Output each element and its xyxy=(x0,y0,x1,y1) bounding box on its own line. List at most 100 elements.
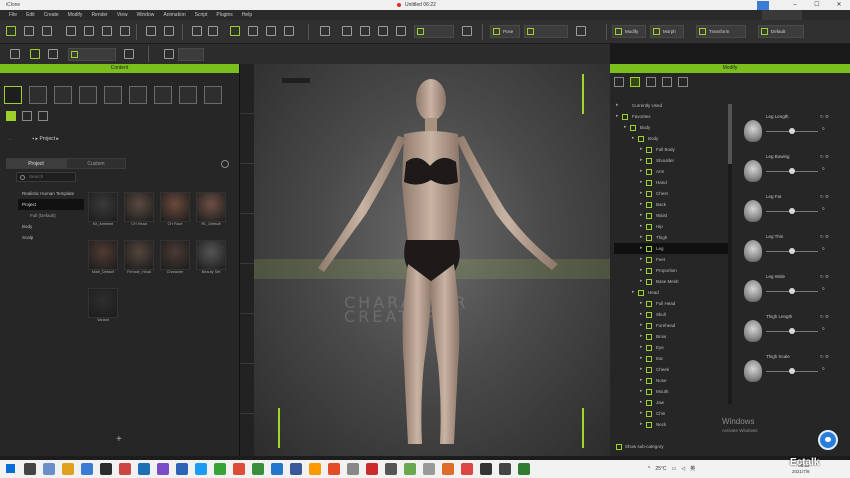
category-accessory-icon[interactable] xyxy=(154,86,172,104)
checkbox-icon[interactable] xyxy=(646,147,652,153)
morph-tree-item[interactable]: ▸ Eye xyxy=(614,342,728,353)
morph-tab-icon[interactable] xyxy=(630,77,640,87)
expand-chevron-icon[interactable]: ▸ xyxy=(640,254,643,265)
3d-viewport[interactable]: CHARACTER CREATOR xyxy=(254,64,610,456)
expand-chevron-icon[interactable]: ▸ xyxy=(640,177,643,188)
snapshot-icon[interactable] xyxy=(120,26,130,36)
taskbar-app-icon[interactable] xyxy=(24,463,36,475)
show-subcategory-option[interactable]: Show sub-category xyxy=(616,444,664,450)
expand-chevron-icon[interactable]: ▸ xyxy=(640,276,643,287)
morph-tree-item[interactable]: ▸ Brow xyxy=(614,331,728,342)
category-cloth-icon[interactable] xyxy=(104,86,122,104)
breadcrumb-path[interactable]: Project xyxy=(39,136,55,142)
expand-chevron-icon[interactable]: ▸ xyxy=(640,320,643,331)
checkbox-icon[interactable] xyxy=(646,378,652,384)
morph-tree-item[interactable]: ▸ Waist xyxy=(614,210,728,221)
slider-reset-icon[interactable]: ↻ ⚙ xyxy=(820,314,829,320)
dock-tab[interactable] xyxy=(240,214,254,264)
weather-temp[interactable]: 25°C xyxy=(655,466,666,472)
dock-tab[interactable] xyxy=(240,164,254,214)
taskbar-app-icon[interactable] xyxy=(347,463,359,475)
morph-tree-item[interactable]: ▸ Mouth xyxy=(614,386,728,397)
taskbar-app-icon[interactable] xyxy=(290,463,302,475)
menu-file[interactable]: File xyxy=(9,12,17,18)
checkbox-icon[interactable] xyxy=(646,301,652,307)
taskbar-app-icon[interactable] xyxy=(385,463,397,475)
windows-start-icon[interactable] xyxy=(6,464,15,473)
undo-icon[interactable] xyxy=(192,26,202,36)
checkbox-icon[interactable] xyxy=(616,444,622,450)
category-skin-icon[interactable] xyxy=(79,86,97,104)
morph-tree-item[interactable]: ▸ Chin xyxy=(614,408,728,419)
slider-reset-icon[interactable]: ↻ ⚙ xyxy=(820,114,829,120)
morph-tree-item[interactable]: ▸ Jaw xyxy=(614,397,728,408)
chevron-up-icon[interactable]: ^ xyxy=(648,466,650,472)
slider-knob[interactable] xyxy=(789,128,795,134)
tree-item-body[interactable]: Body xyxy=(18,221,84,232)
tree-item-project[interactable]: Project xyxy=(18,199,84,210)
rotate-icon[interactable] xyxy=(266,26,276,36)
morph-tree-item[interactable]: ▸ Body xyxy=(614,133,728,144)
tree-item-scalp[interactable]: Scalp xyxy=(18,232,84,243)
expand-chevron-icon[interactable]: ▸ xyxy=(640,155,643,166)
expand-chevron-icon[interactable]: ▸ xyxy=(624,122,627,133)
expand-chevron-icon[interactable]: ▸ xyxy=(640,309,643,320)
expand-chevron-icon[interactable]: ▸ xyxy=(640,188,643,199)
checkbox-icon[interactable] xyxy=(646,334,652,340)
orbit-icon[interactable] xyxy=(396,26,406,36)
fullscreen-icon[interactable] xyxy=(124,49,134,59)
network-icon[interactable]: ▭ xyxy=(672,466,677,472)
scale-icon[interactable] xyxy=(284,26,294,36)
checkbox-icon[interactable] xyxy=(646,158,652,164)
menu-modify[interactable]: Modify xyxy=(68,12,83,18)
menu-help[interactable]: Help xyxy=(242,12,252,18)
maximize-button[interactable]: ☐ xyxy=(806,0,828,10)
morph-tree-item[interactable]: ▸ Shoulder xyxy=(614,155,728,166)
menu-script[interactable]: Script xyxy=(195,12,208,18)
checkbox-icon[interactable] xyxy=(638,290,644,296)
taskbar-app-icon[interactable] xyxy=(442,463,454,475)
select-arrow-icon[interactable] xyxy=(230,26,240,36)
subcategory-template-icon[interactable] xyxy=(22,111,32,121)
open-icon[interactable] xyxy=(24,26,34,36)
expand-chevron-icon[interactable]: ▸ xyxy=(640,166,643,177)
expand-chevron-icon[interactable]: ▸ xyxy=(640,221,643,232)
slider-knob[interactable] xyxy=(789,368,795,374)
morph-tree-item[interactable]: ▸ Proportion xyxy=(614,265,728,276)
taskbar-app-icon[interactable] xyxy=(423,463,435,475)
search-icon[interactable] xyxy=(164,49,174,59)
hierarchy-icon[interactable] xyxy=(10,49,20,59)
expand-chevron-icon[interactable]: ▸ xyxy=(640,199,643,210)
zoom-icon[interactable] xyxy=(360,26,370,36)
morph-tree-item[interactable]: ▸ Cheek xyxy=(614,364,728,375)
category-body-icon[interactable] xyxy=(29,86,47,104)
expand-chevron-icon[interactable]: ▸ xyxy=(640,375,643,386)
morph-tree-item[interactable]: ▸ Full Head xyxy=(614,298,728,309)
morph-tree-item[interactable]: ▸ Skull xyxy=(614,309,728,320)
checkbox-icon[interactable] xyxy=(646,323,652,329)
expand-chevron-icon[interactable]: ▸ xyxy=(640,408,643,419)
morph-tree-item[interactable]: ▸ Chest xyxy=(614,188,728,199)
pan-icon[interactable] xyxy=(378,26,388,36)
content-thumbnail[interactable]: Kit_Ambient xyxy=(86,192,120,238)
wireframe-icon[interactable] xyxy=(48,49,58,59)
content-thumbnail[interactable]: Male_Default xyxy=(86,240,120,286)
checkbox-icon[interactable] xyxy=(646,356,652,362)
morph-button[interactable]: Morph xyxy=(650,25,684,38)
slider-knob[interactable] xyxy=(789,208,795,214)
expression-tab-icon[interactable] xyxy=(662,77,672,87)
menu-window[interactable]: Window xyxy=(137,12,155,18)
checkbox-icon[interactable] xyxy=(646,213,652,219)
taskbar-app-icon[interactable] xyxy=(195,463,207,475)
tab-custom[interactable]: Custom xyxy=(66,158,126,169)
menu-view[interactable]: View xyxy=(117,12,128,18)
slider-reset-icon[interactable]: ↻ ⚙ xyxy=(820,194,829,200)
import-icon[interactable] xyxy=(66,26,76,36)
modify-button[interactable]: Modify xyxy=(612,25,646,38)
gear-icon[interactable] xyxy=(221,160,229,168)
slider-knob[interactable] xyxy=(789,168,795,174)
tree-item-realistic-human[interactable]: Realistic Human Template xyxy=(18,188,84,199)
expand-chevron-icon[interactable]: ▸ xyxy=(640,265,643,276)
dock-tab[interactable] xyxy=(240,314,254,364)
taskbar-app-icon[interactable] xyxy=(271,463,283,475)
